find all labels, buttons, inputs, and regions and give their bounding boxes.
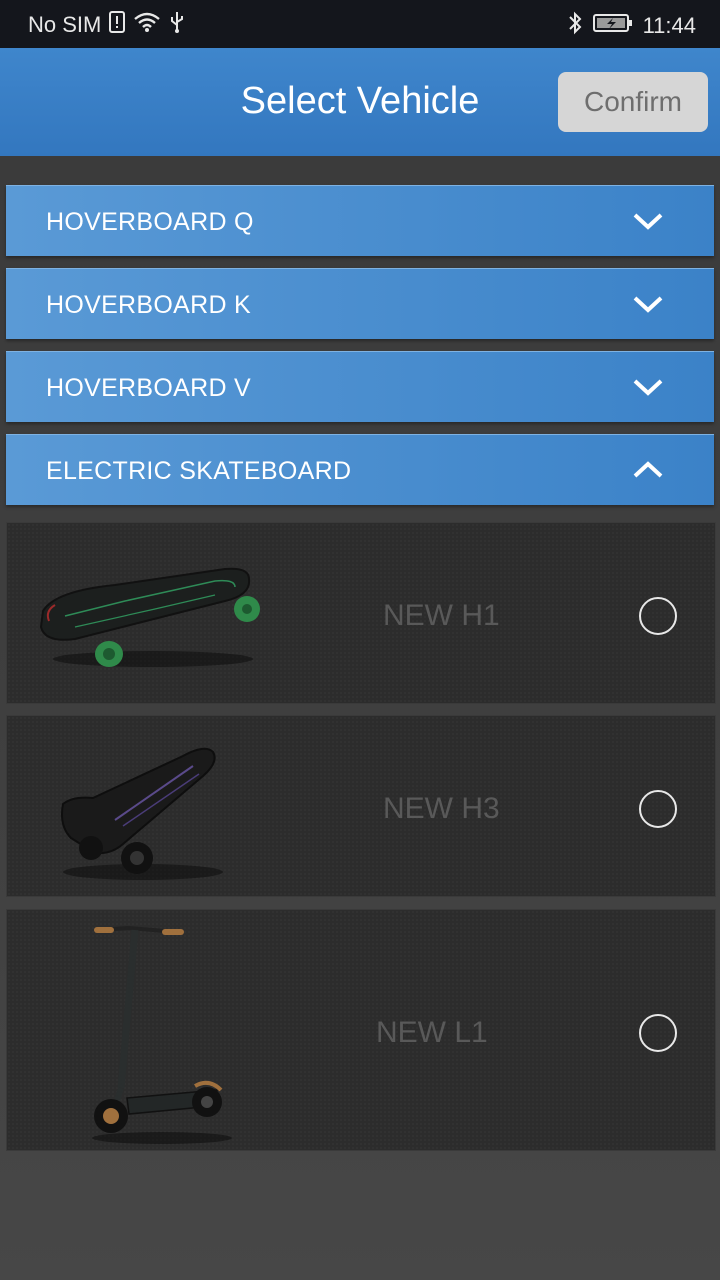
radio-button[interactable]	[639, 597, 677, 635]
app-header: Select Vehicle Confirm	[0, 48, 720, 156]
chevron-down-icon	[633, 296, 663, 313]
vehicle-name: NEW H3	[383, 792, 500, 825]
confirm-button[interactable]: Confirm	[558, 72, 708, 132]
vehicle-name: NEW H1	[383, 599, 500, 632]
sim-alert-icon	[109, 11, 126, 39]
category-label: HOVERBOARD V	[46, 374, 252, 402]
usb-icon	[169, 11, 185, 39]
category-hoverboard-q[interactable]: HOVERBOARD Q	[6, 185, 714, 256]
radio-button[interactable]	[639, 790, 677, 828]
vehicle-row-new-h3[interactable]: NEW H3	[6, 715, 716, 897]
category-label: ELECTRIC SKATEBOARD	[46, 457, 352, 485]
vehicle-name: NEW L1	[376, 1016, 488, 1049]
wifi-icon	[133, 11, 161, 39]
vehicle-row-new-l1[interactable]: NEW L1	[6, 909, 716, 1151]
carrier-label: No SIM	[28, 12, 102, 37]
clock-time: 11:44	[642, 13, 696, 38]
skateboard-image	[39, 567, 260, 667]
category-label: HOVERBOARD Q	[46, 208, 254, 236]
radio-button[interactable]	[639, 1014, 677, 1052]
chevron-down-icon	[633, 379, 663, 396]
chevron-up-icon	[633, 461, 663, 478]
bluetooth-icon	[567, 11, 583, 41]
category-label: HOVERBOARD K	[46, 291, 252, 319]
status-bar: No SIM 11:44	[0, 0, 720, 48]
category-hoverboard-k[interactable]: HOVERBOARD K	[6, 268, 714, 339]
battery-icon	[592, 13, 633, 39]
category-hoverboard-v[interactable]: HOVERBOARD V	[6, 351, 714, 422]
kick-scooter-image	[92, 925, 232, 1144]
category-electric-skateboard[interactable]: ELECTRIC SKATEBOARD	[6, 434, 714, 505]
vehicle-row-new-h1[interactable]: NEW H1	[6, 522, 716, 704]
three-wheel-board-image	[61, 747, 223, 880]
chevron-down-icon	[633, 213, 663, 230]
